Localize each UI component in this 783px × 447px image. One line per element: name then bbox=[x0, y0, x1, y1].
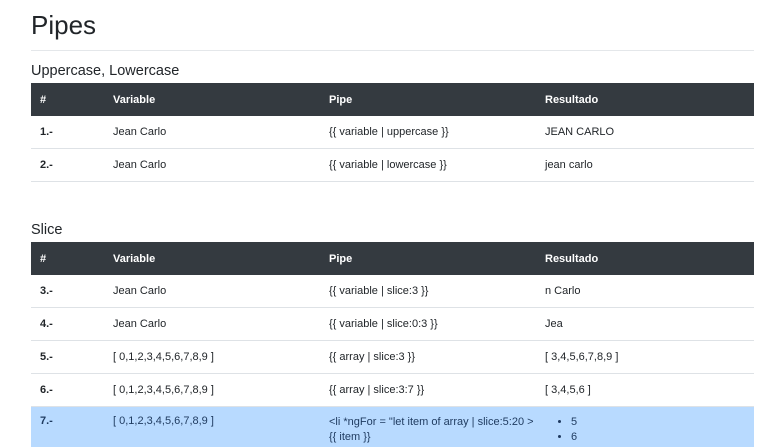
row-pipe: {{ array | slice:3 }} bbox=[320, 341, 536, 374]
row-number: 6.- bbox=[31, 374, 104, 407]
result-list-item: 5 bbox=[571, 415, 754, 430]
row-variable: [ 0,1,2,3,4,5,6,7,8,9 ] bbox=[104, 374, 320, 407]
column-header-variable: Variable bbox=[104, 242, 320, 275]
row-number: 5.- bbox=[31, 341, 104, 374]
row-variable: Jean Carlo bbox=[104, 116, 320, 149]
row-result: n Carlo bbox=[536, 275, 754, 308]
row-number: 3.- bbox=[31, 275, 104, 308]
row-pipe: {{ array | slice:3:7 }} bbox=[320, 374, 536, 407]
table-header-row: # Variable Pipe Resultado bbox=[31, 242, 754, 275]
row-result: [ 3,4,5,6,7,8,9 ] bbox=[536, 341, 754, 374]
table-row: 2.- Jean Carlo {{ variable | lowercase }… bbox=[31, 149, 754, 182]
row-result: Jea bbox=[536, 308, 754, 341]
row-pipe: {{ variable | lowercase }} bbox=[320, 149, 536, 182]
result-list: 5 6 bbox=[545, 415, 754, 445]
row-variable: Jean Carlo bbox=[104, 308, 320, 341]
row-number: 7.- bbox=[31, 407, 104, 447]
row-pipe: {{ variable | slice:0:3 }} bbox=[320, 308, 536, 341]
row-pipe: <li *ngFor = "let item of array | slice:… bbox=[320, 407, 536, 447]
column-header-pipe: Pipe bbox=[320, 83, 536, 116]
table-row-highlighted[interactable]: 7.- [ 0,1,2,3,4,5,6,7,8,9 ] <li *ngFor =… bbox=[31, 407, 754, 447]
row-pipe: {{ variable | slice:3 }} bbox=[320, 275, 536, 308]
section-heading-slice: Slice bbox=[31, 221, 62, 239]
column-header-number: # bbox=[31, 242, 104, 275]
result-list-item: 6 bbox=[571, 430, 754, 445]
row-variable: Jean Carlo bbox=[104, 275, 320, 308]
table-row: 6.- [ 0,1,2,3,4,5,6,7,8,9 ] {{ array | s… bbox=[31, 374, 754, 407]
column-header-result: Resultado bbox=[536, 242, 754, 275]
row-result: jean carlo bbox=[536, 149, 754, 182]
table-row: 3.- Jean Carlo {{ variable | slice:3 }} … bbox=[31, 275, 754, 308]
column-header-result: Resultado bbox=[536, 83, 754, 116]
page-title: Pipes bbox=[31, 9, 96, 41]
pipes-table-uppercase-lowercase: # Variable Pipe Resultado 1.- Jean Carlo… bbox=[31, 83, 754, 182]
column-header-pipe: Pipe bbox=[320, 242, 536, 275]
row-variable: [ 0,1,2,3,4,5,6,7,8,9 ] bbox=[104, 407, 320, 447]
row-result: [ 3,4,5,6 ] bbox=[536, 374, 754, 407]
row-result: 5 6 bbox=[536, 407, 754, 447]
row-result: JEAN CARLO bbox=[536, 116, 754, 149]
row-pipe: {{ variable | uppercase }} bbox=[320, 116, 536, 149]
table-header-row: # Variable Pipe Resultado bbox=[31, 83, 754, 116]
table-row: 4.- Jean Carlo {{ variable | slice:0:3 }… bbox=[31, 308, 754, 341]
section-heading-uppercase-lowercase: Uppercase, Lowercase bbox=[31, 62, 179, 80]
column-header-variable: Variable bbox=[104, 83, 320, 116]
row-number: 1.- bbox=[31, 116, 104, 149]
row-variable: Jean Carlo bbox=[104, 149, 320, 182]
row-variable: [ 0,1,2,3,4,5,6,7,8,9 ] bbox=[104, 341, 320, 374]
row-number: 2.- bbox=[31, 149, 104, 182]
title-divider bbox=[31, 50, 754, 51]
table-row: 1.- Jean Carlo {{ variable | uppercase }… bbox=[31, 116, 754, 149]
row-number: 4.- bbox=[31, 308, 104, 341]
column-header-number: # bbox=[31, 83, 104, 116]
table-row: 5.- [ 0,1,2,3,4,5,6,7,8,9 ] {{ array | s… bbox=[31, 341, 754, 374]
pipes-table-slice: # Variable Pipe Resultado 3.- Jean Carlo… bbox=[31, 242, 754, 447]
